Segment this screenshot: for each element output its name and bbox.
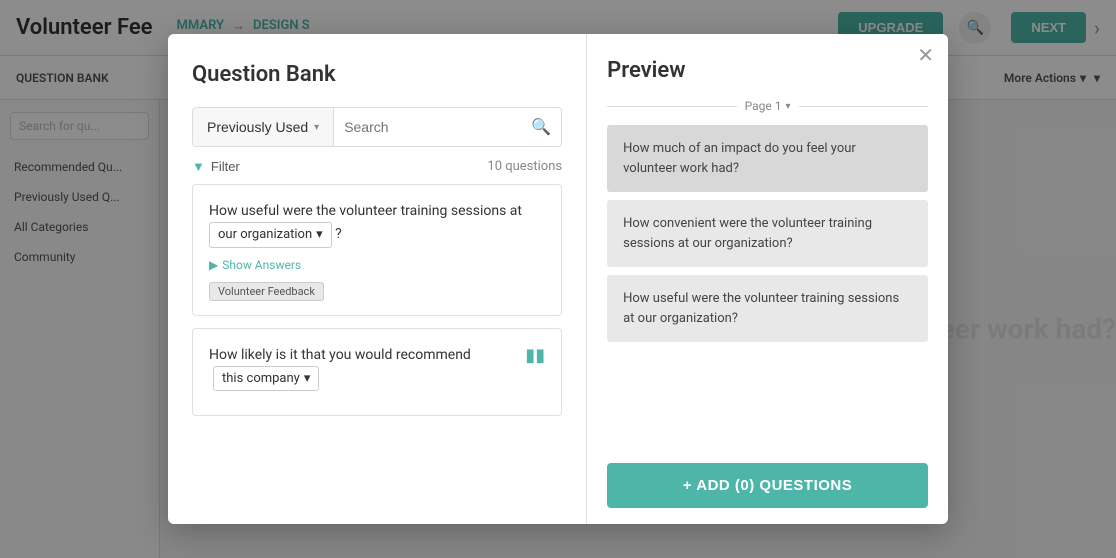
bookmark-icon[interactable]: ▮▮ bbox=[525, 345, 545, 366]
show-answers-link-1[interactable]: ▶ Show Answers bbox=[209, 258, 301, 272]
q1-inline-arrow: ▾ bbox=[316, 225, 323, 245]
tag-row-1: Volunteer Feedback bbox=[209, 280, 545, 299]
right-panel: Preview Page 1 ▾ How much of an impact d… bbox=[587, 34, 948, 524]
dropdown-label: Previously Used bbox=[207, 119, 308, 135]
question-text-2: How likely is it that you would recommen… bbox=[209, 345, 525, 392]
question-meta-1: ▶ Show Answers bbox=[209, 258, 545, 272]
page-indicator: Page 1 ▾ bbox=[607, 99, 928, 113]
q1-text-after: ? bbox=[335, 226, 342, 242]
add-questions-button[interactable]: + ADD (0) QUESTIONS bbox=[607, 463, 928, 508]
search-row: Previously Used ▾ 🔍 bbox=[192, 107, 562, 147]
filter-icon: ▼ bbox=[192, 159, 205, 174]
preview-item-1: How much of an impact do you feel your v… bbox=[607, 125, 928, 192]
question-bank-modal: ✕ Question Bank Previously Used ▾ 🔍 ▼ Fi… bbox=[168, 34, 948, 524]
search-input-wrap: 🔍 bbox=[334, 108, 561, 146]
show-answers-arrow: ▶ bbox=[209, 258, 218, 272]
question-bank-title: Question Bank bbox=[192, 62, 562, 87]
preview-item-1-text: How much of an impact do you feel your v… bbox=[623, 141, 856, 176]
filter-label: Filter bbox=[211, 159, 240, 174]
q2-inline-arrow: ▾ bbox=[304, 369, 311, 389]
preview-item-3-text: How useful were the volunteer training s… bbox=[623, 291, 899, 326]
close-button[interactable]: ✕ bbox=[917, 46, 934, 66]
question-text-1: How useful were the volunteer training s… bbox=[209, 201, 545, 248]
page-line-right bbox=[799, 106, 929, 107]
page-text: Page 1 bbox=[745, 99, 782, 113]
q1-org-dropdown[interactable]: our organization ▾ bbox=[209, 222, 332, 248]
preview-title: Preview bbox=[607, 58, 928, 83]
question-card-2: How likely is it that you would recommen… bbox=[192, 328, 562, 417]
q2-inline-label: this company bbox=[222, 369, 300, 389]
tag-badge-1: Volunteer Feedback bbox=[209, 282, 324, 301]
filter-button[interactable]: ▼ Filter bbox=[192, 159, 240, 174]
page-label: Page 1 ▾ bbox=[745, 99, 791, 113]
previously-used-dropdown[interactable]: Previously Used ▾ bbox=[193, 108, 334, 146]
search-submit-icon[interactable]: 🔍 bbox=[531, 117, 551, 137]
page-line-left bbox=[607, 106, 737, 107]
preview-item-2: How convenient were the volunteer traini… bbox=[607, 200, 928, 267]
q2-company-dropdown[interactable]: this company ▾ bbox=[213, 366, 319, 392]
preview-list: How much of an impact do you feel your v… bbox=[607, 125, 928, 451]
questions-count: 10 questions bbox=[487, 159, 562, 174]
search-input[interactable] bbox=[344, 119, 525, 135]
question-card-second: How likely is it that you would recommen… bbox=[209, 345, 545, 400]
q2-text-before: How likely is it that you would recommen… bbox=[209, 347, 471, 363]
questions-list: How useful were the volunteer training s… bbox=[168, 184, 586, 524]
q1-inline-label: our organization bbox=[218, 225, 312, 245]
modal-overlay: ✕ Question Bank Previously Used ▾ 🔍 ▼ Fi… bbox=[0, 0, 1116, 558]
filter-row: ▼ Filter 10 questions bbox=[192, 159, 562, 174]
preview-item-3: How useful were the volunteer training s… bbox=[607, 275, 928, 342]
question-card-1: How useful were the volunteer training s… bbox=[192, 184, 562, 316]
dropdown-arrow-icon: ▾ bbox=[314, 122, 319, 133]
page-chevron-icon: ▾ bbox=[785, 101, 790, 112]
show-answers-label: Show Answers bbox=[222, 258, 301, 272]
q1-text-before: How useful were the volunteer training s… bbox=[209, 203, 522, 219]
preview-item-2-text: How convenient were the volunteer traini… bbox=[623, 216, 872, 251]
left-panel: Question Bank Previously Used ▾ 🔍 ▼ Filt… bbox=[168, 34, 587, 524]
